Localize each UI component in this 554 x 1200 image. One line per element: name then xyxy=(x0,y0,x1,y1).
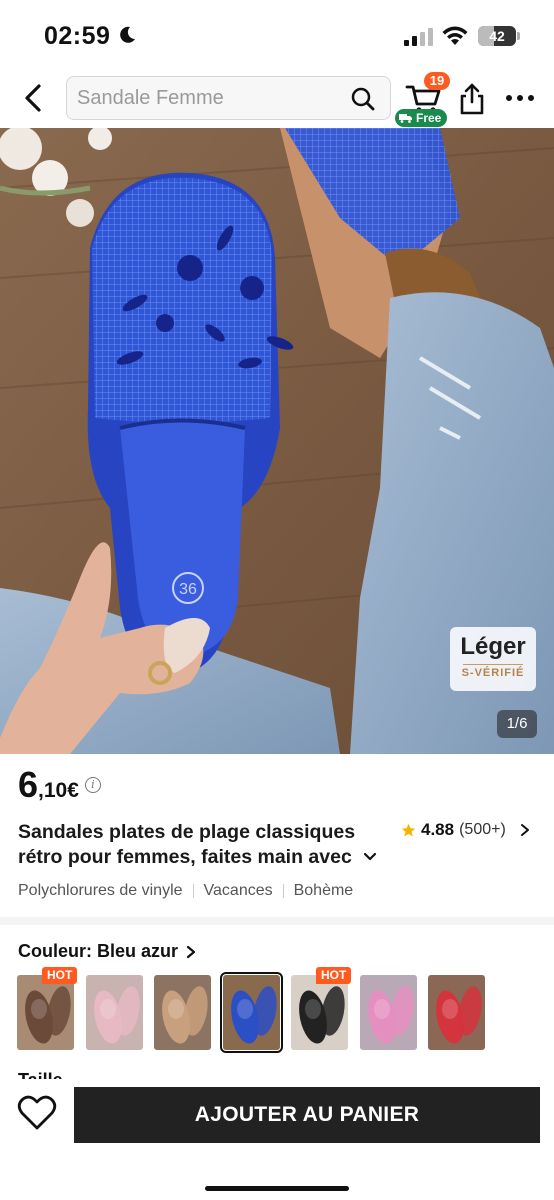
tag-material: Polychlorures de vinyle xyxy=(18,882,183,899)
price-integer: 6 xyxy=(18,764,39,805)
wifi-icon xyxy=(442,26,468,45)
swatch-thumbnail xyxy=(94,986,140,1044)
review-count: (500+) xyxy=(459,821,506,838)
badge-divider xyxy=(463,664,523,665)
price: 6 ,10 € i xyxy=(18,764,101,806)
swatch-thumbnail xyxy=(436,986,482,1044)
color-swatch-red-mesh[interactable] xyxy=(428,975,485,1050)
color-selector-label[interactable]: Couleur: Bleu azur xyxy=(18,941,196,962)
chevron-right-icon xyxy=(520,824,529,836)
color-swatch-tan-flower[interactable] xyxy=(154,975,211,1050)
truck-icon xyxy=(399,114,412,123)
share-icon[interactable] xyxy=(458,82,486,116)
heart-icon[interactable] xyxy=(17,1095,57,1131)
size-label: Taille xyxy=(18,1067,63,1079)
swatch-thumbnail xyxy=(162,986,208,1044)
color-swatch-pink-mesh[interactable] xyxy=(360,975,417,1050)
cart-count-badge: 19 xyxy=(424,72,450,90)
swatch-thumbnail xyxy=(231,986,277,1044)
color-swatch-list: HOT HOT xyxy=(17,967,537,1053)
status-time: 02:59 xyxy=(44,22,111,50)
product-title-line1: Sandales plates de plage classiques xyxy=(18,821,356,843)
image-counter: 1/6 xyxy=(497,710,537,738)
tag-separator xyxy=(192,884,194,898)
hot-badge: HOT xyxy=(316,967,352,984)
add-to-cart-button[interactable]: AJOUTER AU PANIER xyxy=(74,1087,540,1143)
search-input[interactable] xyxy=(77,77,337,119)
chevron-down-icon[interactable] xyxy=(362,849,378,865)
battery-level: 42 xyxy=(489,28,505,44)
color-swatch-black-beaded[interactable] xyxy=(291,975,348,1050)
size-mark: 36 xyxy=(179,581,197,598)
swatch-thumbnail xyxy=(368,986,414,1044)
status-bar: 02:59 42 xyxy=(0,0,554,70)
badge-title: Léger xyxy=(460,633,526,660)
tag-separator xyxy=(282,884,284,898)
hot-badge: HOT xyxy=(42,967,78,984)
color-swatch-brown-floral[interactable] xyxy=(17,975,74,1050)
tag-style: Bohème xyxy=(293,882,354,899)
top-nav: 19 Free xyxy=(0,70,554,128)
chevron-right-icon xyxy=(186,945,196,958)
battery-tip xyxy=(517,32,520,40)
color-label-text: Couleur: Bleu azur xyxy=(18,941,179,961)
swatch-thumbnail xyxy=(25,986,71,1044)
search-icon[interactable] xyxy=(350,86,376,112)
color-swatch-blue-azure[interactable] xyxy=(220,972,283,1053)
cellular-signal-icon xyxy=(404,28,433,46)
search-bar[interactable] xyxy=(66,76,391,120)
back-arrow-icon[interactable] xyxy=(18,80,50,116)
price-currency: € xyxy=(67,779,79,802)
bottom-action-bar: AJOUTER AU PANIER xyxy=(0,1079,554,1200)
color-swatch-pink-lace[interactable] xyxy=(86,975,143,1050)
more-options-icon[interactable] xyxy=(504,88,536,108)
product-title-line2: rétro pour femmes, faites main avec xyxy=(18,846,352,868)
product-image-carousel[interactable]: 36 Léger S-VÉRIFIÉ 1/6 xyxy=(0,128,554,754)
price-info-icon[interactable]: i xyxy=(84,777,101,793)
badge-subtitle: S-VÉRIFIÉ xyxy=(461,667,525,679)
attribute-tags: Polychlorures de vinyle Vacances Bohème xyxy=(18,882,353,900)
free-shipping-label: Free xyxy=(416,111,442,125)
home-indicator xyxy=(205,1186,349,1191)
star-icon xyxy=(401,823,416,836)
tag-occasion: Vacances xyxy=(203,882,273,899)
product-title[interactable]: Sandales plates de plage classiques rétr… xyxy=(18,820,378,870)
swatch-thumbnail xyxy=(299,986,345,1044)
rating-summary[interactable]: 4.88 (500+) xyxy=(401,820,531,840)
battery-icon: 42 xyxy=(478,26,516,46)
section-divider xyxy=(0,917,554,925)
price-decimal: ,10 xyxy=(38,779,68,802)
lightweight-verified-badge: Léger S-VÉRIFIÉ xyxy=(450,627,536,691)
free-shipping-tag: Free xyxy=(395,109,448,127)
moon-icon xyxy=(120,26,135,43)
rating-value: 4.88 xyxy=(421,820,455,839)
